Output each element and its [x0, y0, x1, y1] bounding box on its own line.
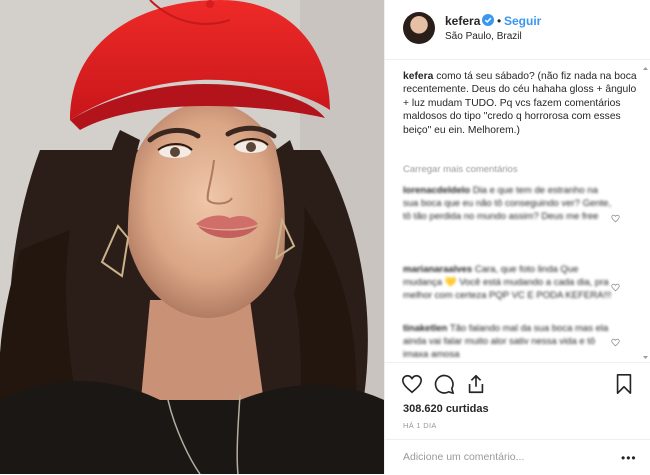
comment-like-icon[interactable]: [611, 283, 620, 292]
header-username[interactable]: kefera: [445, 14, 480, 28]
bookmark-icon[interactable]: [613, 373, 635, 395]
post-header: kefera • Seguir São Paulo, Brazil: [385, 0, 650, 60]
follow-button[interactable]: Seguir: [504, 14, 541, 28]
comment-item: tinaketlen Tão falando mal da sua boca m…: [403, 322, 615, 361]
likes-count[interactable]: 308.620 curtidas: [403, 403, 489, 415]
instagram-post: kefera • Seguir São Paulo, Brazil kefera…: [0, 0, 650, 474]
load-more-comments-button[interactable]: Carregar mais comentários: [403, 164, 518, 175]
post-photo[interactable]: [0, 0, 384, 474]
more-options-button[interactable]: •••: [621, 451, 637, 465]
add-comment-bar: •••: [385, 439, 650, 475]
comment-like-icon[interactable]: [611, 338, 620, 347]
avatar[interactable]: [403, 12, 435, 44]
add-comment-input[interactable]: [403, 449, 613, 465]
post-caption: kefera como tá seu sábado? (não fiz nada…: [403, 70, 639, 137]
post-timestamp[interactable]: HÁ 1 DIA: [403, 421, 437, 430]
post-actions: 308.620 curtidas HÁ 1 DIA •••: [385, 362, 650, 474]
share-icon[interactable]: [465, 373, 487, 395]
caption-username[interactable]: kefera: [403, 71, 433, 82]
portrait-illustration: [0, 0, 384, 474]
comment-username[interactable]: marianaraalves: [403, 264, 472, 275]
header-separator: •: [497, 14, 502, 28]
comment-item: marianaraalves Cara, que foto linda Que …: [403, 263, 615, 302]
comment-like-icon[interactable]: [611, 214, 620, 223]
comment-bubble-icon[interactable]: [433, 373, 455, 395]
comment-username[interactable]: tinaketlen: [403, 323, 447, 334]
caption-text: como tá seu sábado? (não fiz nada na boc…: [403, 71, 637, 136]
post-details-panel: kefera • Seguir São Paulo, Brazil kefera…: [384, 0, 650, 474]
comment-username[interactable]: lorenacdeldelo: [403, 185, 470, 196]
heart-icon[interactable]: [401, 373, 423, 395]
comment-item: lorenacdeldelo Dia e que tem de estranho…: [403, 184, 615, 223]
verified-badge-icon: [482, 14, 494, 26]
comments-section[interactable]: kefera como tá seu sábado? (não fiz nada…: [385, 60, 650, 362]
location-link[interactable]: São Paulo, Brazil: [445, 31, 522, 42]
comments-scrollbar[interactable]: [642, 64, 649, 362]
